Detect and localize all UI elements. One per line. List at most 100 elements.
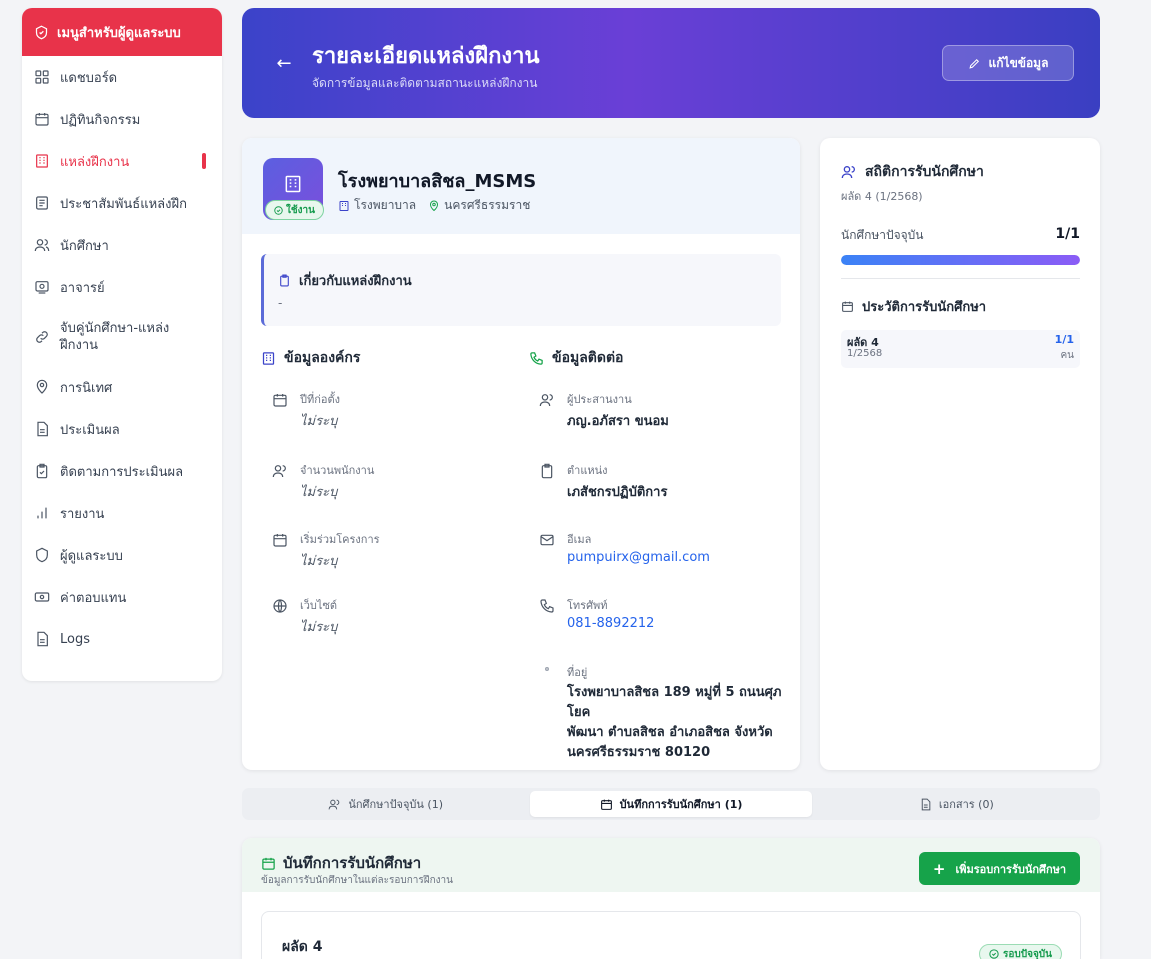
address-line: นครศรีธรรมราช 80120 [567,745,711,760]
add-intake-round-button[interactable]: + เพิ่มรอบการรับนักศึกษา [919,852,1080,885]
globe-icon [273,599,287,613]
calendar-icon [262,857,275,870]
file-text-icon [37,421,48,437]
field-value: ไม่ระบุ [300,414,338,429]
field-label: เริ่มร่วมโครงการ [300,533,380,546]
sidebar: เมนูสำหรับผู้ดูแลระบบ แดชบอร์ด ปฏิทินกิจ… [22,8,222,681]
address-line: โรงพยาบาลสิชล 189 หมู่ที่ 5 ถนนศุภโยค [567,685,782,720]
building-icon [36,154,48,168]
sidebar-item-label: แหล่งฝึกงาน [60,154,130,170]
file-icon [37,631,48,647]
sidebar-item-matching[interactable]: จับคู่นักศึกษา-แหล่ง ฝึกงาน [22,308,222,366]
page-header: ← รายละเอียดแหล่งฝึกงาน จัดการข้อมูลและต… [242,8,1100,118]
sidebar-item-evaluation[interactable]: ประเมินผล [22,408,222,450]
tab-intake-records[interactable]: บันทึกการรับนักศึกษา (1) [530,791,812,817]
sidebar-item-label: ผู้ดูแลระบบ [60,548,123,564]
sidebar-item-compensation[interactable]: ค่าตอบแทน [22,576,222,618]
address-field: ที่อยู่ โรงพยาบาลสิชล 189 หมู่ที่ 5 ถนนศ… [539,663,800,763]
org-info-title: ข้อมูลองค์กร [261,347,360,369]
history-item-term: 1/2568 [847,348,883,359]
sidebar-item-label: ประชาสัมพันธ์แหล่งฝึก [60,196,187,212]
about-title: เกี่ยวกับแหล่งฝึกงาน [278,270,412,291]
sidebar-item-admins[interactable]: ผู้ดูแลระบบ [22,534,222,576]
link-icon [36,331,48,343]
sidebar-item-label: รายงาน [60,506,105,522]
sidebar-item-dashboard[interactable]: แดชบอร์ด [22,56,222,98]
capacity-progress-bar [841,255,1080,265]
dot-icon [545,667,549,671]
plus-icon: + [932,859,946,878]
phone-icon [540,599,554,613]
field-value: ไม่ระบุ [300,620,338,635]
page-title: รายละเอียดแหล่งฝึกงาน [312,44,540,69]
sidebar-item-label: ติดตามการประเมินผล [60,464,184,480]
employees-field: จำนวนพนักงาน ไม่ระบุ [272,461,374,502]
records-subtitle: ข้อมูลการรับนักศึกษาในแต่ละรอบการฝึกงาน [261,875,453,886]
org-name: โรงพยาบาลสิชล_MSMS [338,171,537,192]
sidebar-item-teachers[interactable]: อาจารย์ [22,266,222,308]
edit-button[interactable]: แก้ไขข้อมูล [942,45,1074,81]
field-label: อีเมล [567,533,592,546]
site-detail-card: ใช้งาน โรงพยาบาลสิชล_MSMS โรงพยาบาล นครศ… [242,138,800,770]
founded-field: ปีที่ก่อตั้ง ไม่ระบุ [272,390,340,431]
org-info-title-label: ข้อมูลองค์กร [284,350,361,366]
page-subtitle: จัดการข้อมูลและติดตามสถานะแหล่งฝึกงาน [312,76,538,90]
site-summary: ใช้งาน โรงพยาบาลสิชล_MSMS โรงพยาบาล นครศ… [242,138,800,234]
history-title: ประวัติการรับนักศึกษา [841,296,986,317]
field-label: ที่อยู่ [567,666,588,679]
sidebar-item-students[interactable]: นักศึกษา [22,224,222,266]
field-value: ไม่ระบุ [300,485,338,500]
stats-title: สถิติการรับนักศึกษา [841,161,984,183]
stats-subtitle: ผลัด 4 (1/2568) [841,190,923,203]
shield-icon [36,547,48,563]
check-circle-icon [274,205,283,215]
about-section: เกี่ยวกับแหล่งฝึกงาน - [261,254,781,326]
status-label: ใช้งาน [286,204,316,216]
field-label: เว็บไซต์ [300,599,338,612]
check-circle-icon [989,949,999,959]
sidebar-item-label: การนิเทศ [60,380,113,396]
history-title-label: ประวัติการรับนักศึกษา [862,300,987,315]
field-label: โทรศัพท์ [567,599,608,612]
phone-field: โทรศัพท์ 081-8892212 [539,596,654,631]
tab-documents[interactable]: เอกสาร (0) [816,791,1097,817]
newspaper-icon [36,196,48,210]
tab-label: นักศึกษาปัจจุบัน (1) [348,798,444,811]
phone-link[interactable]: 081-8892212 [567,616,654,631]
back-button[interactable]: ← [274,54,294,74]
org-type-label: โรงพยาบาล [354,198,417,212]
sidebar-item-logs[interactable]: Logs [22,618,222,660]
intake-records-section: บันทึกการรับนักศึกษา ข้อมูลการรับนักศึกษ… [242,838,1100,959]
calendar-icon [842,301,853,312]
sidebar-item-label: จับคู่นักศึกษา-แหล่ง ฝึกงาน [60,321,170,353]
history-item-value: 1/1 [1054,333,1074,346]
mail-icon [540,534,554,546]
sidebar-item-supervision[interactable]: การนิเทศ [22,366,222,408]
position-field: ตำแหน่ง เภสัชกรปฏิบัติการ [539,461,667,502]
detail-tabs: นักศึกษาปัจจุบัน (1) บันทึกการรับนักศึกษ… [242,788,1100,820]
sidebar-item-announcements[interactable]: ประชาสัมพันธ์แหล่งฝึก [22,182,222,224]
intake-record-card[interactable]: ผลัด 4 รอบปัจจุบัน [261,911,1081,959]
field-label: ผู้ประสานงาน [567,393,632,406]
clipboard-icon [541,463,553,479]
file-icon [921,798,931,810]
stats-title-label: สถิติการรับนักศึกษา [865,164,984,180]
phone-icon [530,351,543,365]
teacher-icon [35,281,49,294]
tab-label: เอกสาร (0) [938,798,994,811]
tab-current-students[interactable]: นักศึกษาปัจจุบัน (1) [245,791,526,817]
shield-check-icon [35,25,48,39]
map-pin-icon [430,200,439,211]
users-icon [272,465,286,478]
current-round-badge: รอบปัจจุบัน [979,944,1062,959]
sidebar-item-eval-tracking[interactable]: ติดตามการประเมินผล [22,450,222,492]
building-icon [285,175,301,193]
edit-button-label: แก้ไขข้อมูล [988,55,1049,70]
email-link[interactable]: pumpuirx@gmail.com [567,550,710,565]
sidebar-item-label: นักศึกษา [60,238,109,254]
sidebar-item-internship-sites[interactable]: แหล่งฝึกงาน [22,140,222,182]
sidebar-item-reports[interactable]: รายงาน [22,492,222,534]
users-icon [841,166,855,179]
sidebar-item-calendar[interactable]: ปฏิทินกิจกรรม [22,98,222,140]
records-title-label: บันทึกการรับนักศึกษา [283,854,422,872]
